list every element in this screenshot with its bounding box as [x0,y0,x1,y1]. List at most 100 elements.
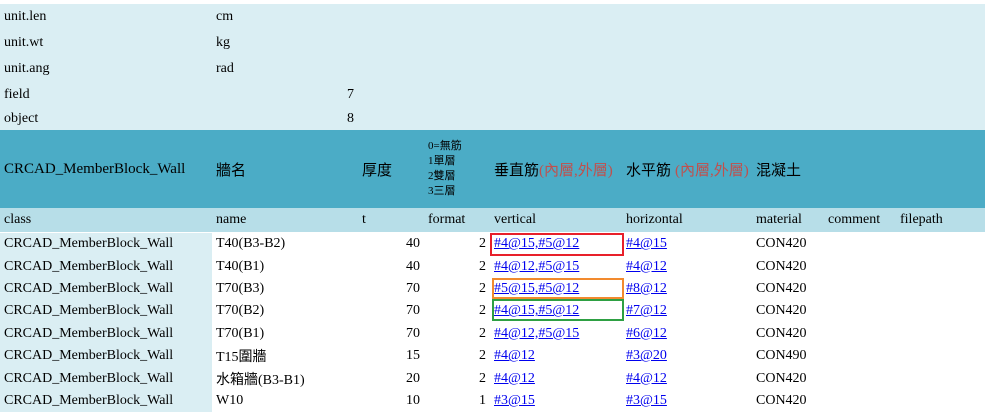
cell-filepath[interactable] [896,300,985,322]
meta-key[interactable]: unit.len [0,4,212,30]
cell-vertical[interactable]: #4@12 [490,345,622,367]
header-class-cn[interactable]: CRCAD_MemberBlock_Wall [0,130,212,208]
meta-key[interactable]: field [0,82,212,108]
horizontal-rebar-link[interactable]: #3@15 [626,393,667,409]
cell-material[interactable]: CON420 [752,255,824,277]
cell-material[interactable]: CON490 [752,345,824,367]
horizontal-rebar-link[interactable]: #4@12 [626,259,667,275]
header-comment[interactable]: comment [824,208,896,232]
horizontal-rebar-link[interactable]: #8@12 [626,281,667,297]
header-horizontal[interactable]: horizontal [622,208,752,232]
meta-value[interactable]: rad [212,56,344,82]
horizontal-rebar-link[interactable]: #4@12 [626,371,667,387]
cell-comment[interactable] [824,300,896,322]
cell-vertical[interactable]: #4@12 [490,367,622,389]
cell-class[interactable]: CRCAD_MemberBlock_Wall [0,389,212,412]
cell-filepath[interactable] [896,255,985,277]
cell-comment[interactable] [824,255,896,277]
cell-name[interactable]: T40(B1) [212,255,358,277]
meta-key[interactable]: unit.wt [0,30,212,56]
header-name[interactable]: name [212,208,358,232]
cell-filepath[interactable] [896,367,985,389]
cell-name[interactable]: T70(B1) [212,323,358,345]
cell-horizontal[interactable]: #3@20 [622,345,752,367]
header-vertical-cn[interactable]: 垂直筋 (內層,外層) [490,130,622,208]
header-material[interactable]: material [752,208,824,232]
meta-value[interactable]: kg [212,30,344,56]
cell-format[interactable]: 2 [424,323,490,345]
meta-count[interactable]: 8 [212,108,358,130]
cell-format[interactable]: 2 [424,345,490,367]
cell-class[interactable]: CRCAD_MemberBlock_Wall [0,322,212,345]
cell-vertical[interactable]: #5@15,#5@12 [490,278,622,300]
vertical-rebar-link[interactable]: #4@12,#5@15 [494,259,579,275]
cell-name[interactable]: T40(B3-B2) [212,233,358,255]
horizontal-rebar-link[interactable]: #3@20 [626,348,667,364]
cell-class[interactable]: CRCAD_MemberBlock_Wall [0,300,212,323]
cell-material[interactable]: CON420 [752,323,824,345]
header-filepath[interactable]: filepath [896,208,985,232]
cell-t[interactable]: 40 [358,255,424,277]
horizontal-rebar-link[interactable]: #4@15 [626,236,667,252]
header-horizontal-cn[interactable]: 水平筋 (內層,外層) [622,130,752,208]
meta-key[interactable]: unit.ang [0,56,212,82]
cell-vertical[interactable]: #4@12,#5@15 [490,255,622,277]
cell-horizontal[interactable]: #4@12 [622,255,752,277]
cell-material[interactable]: CON420 [752,300,824,322]
cell-t[interactable]: 20 [358,367,424,389]
cell-horizontal[interactable]: #4@12 [622,367,752,389]
vertical-rebar-link[interactable]: #4@15,#5@12 [494,236,579,252]
header-class[interactable]: class [0,208,212,232]
cell-vertical[interactable]: #4@15,#5@12 [490,233,622,255]
cell-horizontal[interactable]: #6@12 [622,323,752,345]
cell-filepath[interactable] [896,345,985,367]
cell-t[interactable]: 70 [358,300,424,322]
header-material-cn[interactable]: 混凝土 [752,130,822,208]
cell-format[interactable]: 2 [424,278,490,300]
header-vertical[interactable]: vertical [490,208,622,232]
cell-name[interactable]: T70(B2) [212,300,358,322]
cell-name[interactable]: W10 [212,390,358,412]
cell-filepath[interactable] [896,390,985,412]
cell-vertical[interactable]: #4@12,#5@15 [490,323,622,345]
cell-name[interactable]: 水箱牆(B3-B1) [212,367,358,389]
cell-material[interactable]: CON420 [752,233,824,255]
horizontal-rebar-link[interactable]: #6@12 [626,326,667,342]
header-t-cn[interactable]: 厚度 [358,130,424,208]
vertical-rebar-link[interactable]: #4@12 [494,348,535,364]
horizontal-rebar-link[interactable]: #7@12 [626,303,667,319]
vertical-rebar-link[interactable]: #3@15 [494,393,535,409]
cell-t[interactable]: 40 [358,233,424,255]
cell-comment[interactable] [824,233,896,255]
cell-format[interactable]: 2 [424,255,490,277]
vertical-rebar-link[interactable]: #5@15,#5@12 [494,281,579,297]
vertical-rebar-link[interactable]: #4@12,#5@15 [494,326,579,342]
meta-key[interactable]: object [0,108,212,130]
cell-class[interactable]: CRCAD_MemberBlock_Wall [0,233,212,256]
cell-material[interactable]: CON420 [752,367,824,389]
cell-material[interactable]: CON420 [752,278,824,300]
cell-format[interactable]: 2 [424,233,490,255]
cell-filepath[interactable] [896,278,985,300]
cell-name[interactable]: T15圍牆 [212,345,358,367]
header-format[interactable]: format [424,208,490,232]
cell-name[interactable]: T70(B3) [212,278,358,300]
cell-format[interactable]: 1 [424,390,490,412]
cell-vertical[interactable]: #3@15 [490,390,622,412]
vertical-rebar-link[interactable]: #4@15,#5@12 [494,303,579,319]
cell-comment[interactable] [824,278,896,300]
cell-format[interactable]: 2 [424,367,490,389]
cell-class[interactable]: CRCAD_MemberBlock_Wall [0,255,212,278]
cell-t[interactable]: 70 [358,278,424,300]
cell-format[interactable]: 2 [424,300,490,322]
cell-horizontal[interactable]: #7@12 [622,300,752,322]
cell-comment[interactable] [824,345,896,367]
cell-t[interactable]: 10 [358,390,424,412]
cell-t[interactable]: 70 [358,323,424,345]
cell-filepath[interactable] [896,233,985,255]
cell-material[interactable]: CON420 [752,390,824,412]
header-name-cn[interactable]: 牆名 [212,130,358,208]
cell-class[interactable]: CRCAD_MemberBlock_Wall [0,277,212,301]
cell-t[interactable]: 15 [358,345,424,367]
meta-count[interactable]: 7 [212,82,358,108]
